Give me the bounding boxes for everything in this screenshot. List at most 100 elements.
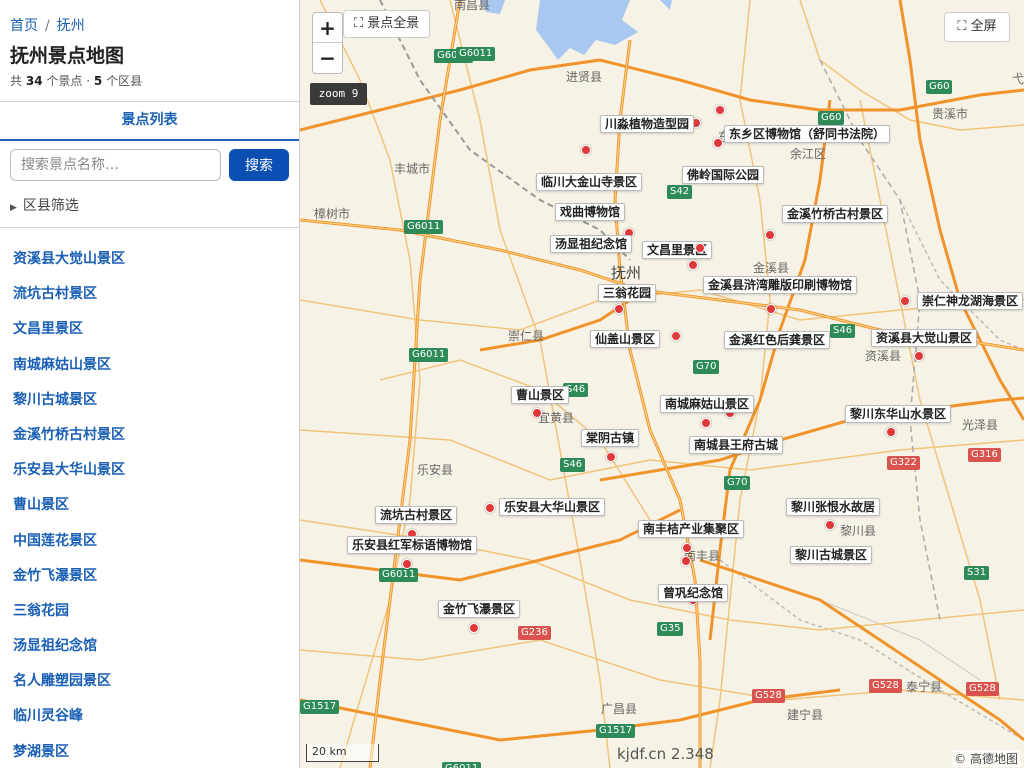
poi-label[interactable]: 金竹飞瀑景区 (438, 600, 521, 618)
poi-marker-icon[interactable] (532, 408, 542, 418)
poi-marker-icon[interactable] (671, 331, 681, 341)
poi-label[interactable]: 佛岭国际公园 (682, 166, 765, 184)
boundary-line (719, 559, 1024, 741)
zoom-control: + − (312, 12, 343, 74)
poi-label[interactable]: 黎川古城景区 (790, 546, 873, 564)
poi-marker-icon[interactable] (402, 559, 412, 569)
breadcrumb-separator: / (45, 18, 50, 34)
poi-label[interactable]: 乐安县红军标语博物馆 (347, 536, 478, 554)
poi-marker-icon[interactable] (469, 623, 479, 633)
poi-label[interactable]: 南丰桔产业集聚区 (638, 520, 745, 538)
spot-list-item[interactable]: 梦湖景区 (13, 741, 125, 768)
poi-label[interactable]: 南城县王府古城 (689, 436, 784, 454)
poi-label[interactable]: 三翁花园 (598, 284, 657, 302)
map-attribution[interactable]: © 高德地图 (952, 750, 1020, 767)
spot-list-item[interactable]: 南城麻姑山景区 (13, 354, 125, 389)
spot-list-item[interactable]: 金溪竹桥古村景区 (13, 424, 125, 459)
spot-list-item[interactable]: 金竹飞瀑景区 (13, 565, 125, 600)
place-label: 樟树市 (314, 207, 351, 221)
poi-label[interactable]: 棠阴古镇 (581, 429, 640, 447)
spot-list-item[interactable]: 临川灵谷峰 (13, 705, 125, 740)
poi-label[interactable]: 川淼植物造型园 (600, 115, 695, 133)
breadcrumb-current-link[interactable]: 抚州 (57, 18, 85, 34)
poi-label[interactable]: 戏曲博物馆 (555, 203, 626, 221)
poi-label[interactable]: 汤显祖纪念馆 (550, 235, 633, 253)
poi-marker-icon[interactable] (485, 503, 495, 513)
poi-marker-icon[interactable] (765, 230, 775, 240)
zoom-out-button[interactable]: − (313, 43, 342, 73)
poi-marker-icon[interactable] (688, 260, 698, 270)
spot-list-item[interactable]: 黎川古城景区 (13, 389, 125, 424)
poi-label[interactable]: 乐安县大华山景区 (499, 498, 606, 516)
zoom-in-button[interactable]: + (313, 13, 342, 43)
place-label: 建宁县 (787, 708, 824, 722)
fullscreen-button[interactable]: ⛶ 全屏 (944, 12, 1010, 42)
map-view[interactable]: 南昌县进贤县丰城市樟树市东乡区余江区贵溪市抚州金溪县崇仁县资溪县宜黄县乐安县光泽… (300, 0, 1024, 768)
spot-list-item[interactable]: 文昌里景区 (13, 318, 125, 353)
spot-list-item[interactable]: 名人雕塑园景区 (13, 670, 125, 705)
poi-marker-icon[interactable] (701, 418, 711, 428)
poi-label[interactable]: 曹山景区 (511, 386, 570, 404)
poi-label[interactable]: 黎川张恨水故居 (786, 498, 881, 516)
poi-marker-icon[interactable] (766, 304, 776, 314)
road-shield: G6011 (409, 348, 449, 362)
road-shield: G528 (752, 689, 785, 703)
poi-marker-icon[interactable] (681, 556, 691, 566)
place-label: 广昌县 (601, 702, 638, 716)
breadcrumb-home-link[interactable]: 首页 (10, 18, 38, 34)
road-shield: G528 (869, 679, 902, 693)
poi-label[interactable]: 临川大金山寺景区 (536, 173, 643, 191)
poi-marker-icon[interactable] (614, 304, 624, 314)
spot-list-item[interactable]: 流坑古村景区 (13, 283, 125, 318)
search-button[interactable]: 搜索 (229, 149, 289, 181)
spot-list-item[interactable]: 汤显祖纪念馆 (13, 635, 125, 670)
place-label: 黎川县 (840, 524, 877, 538)
district-filter-toggle[interactable]: ▶ 区县筛选 (10, 195, 79, 215)
place-label: 崇仁县 (508, 329, 545, 343)
road-shield: G322 (887, 456, 920, 470)
poi-marker-icon[interactable] (715, 105, 725, 115)
road-shield: G528 (966, 682, 999, 696)
road-shield: G35 (657, 622, 684, 636)
spot-list-item[interactable]: 资溪县大觉山景区 (13, 248, 125, 283)
poi-label[interactable]: 黎川东华山水景区 (845, 405, 952, 423)
poi-label[interactable]: 流坑古村景区 (375, 506, 458, 524)
poi-label[interactable]: 曾巩纪念馆 (658, 584, 729, 602)
poi-label[interactable]: 金溪县浒湾雕版印刷博物馆 (703, 276, 858, 294)
poi-label[interactable]: 资溪县大觉山景区 (871, 329, 978, 347)
poi-marker-icon[interactable] (606, 452, 616, 462)
poi-marker-icon[interactable] (914, 351, 924, 361)
spot-list-item[interactable]: 曹山景区 (13, 494, 125, 529)
poi-label[interactable]: 金溪竹桥古村景区 (782, 205, 889, 223)
spot-list-item[interactable]: 中国莲花景区 (13, 530, 125, 565)
boundary-line (899, 199, 1024, 351)
poi-marker-icon[interactable] (886, 427, 896, 437)
search-input[interactable] (10, 149, 221, 181)
poi-label[interactable]: 崇仁神龙湖海景区 (917, 292, 1024, 310)
overview-button[interactable]: ⛶ 景点全景 (343, 10, 431, 38)
road-shield: G70 (724, 476, 751, 490)
lake-water (536, 0, 638, 60)
poi-label[interactable]: 金溪红色后龚景区 (724, 331, 831, 349)
poi-marker-icon[interactable] (581, 145, 591, 155)
poi-marker-icon[interactable] (682, 543, 692, 553)
poi-label[interactable]: 仙盖山景区 (590, 330, 661, 348)
district-unit: 个区县 (106, 74, 143, 88)
scale-bar: 20 km (306, 744, 379, 762)
poi-marker-icon[interactable] (713, 138, 723, 148)
spot-list-item[interactable]: 三翁花园 (13, 600, 125, 635)
road-shield: G6011 (456, 47, 496, 61)
poi-marker-icon[interactable] (695, 243, 705, 253)
road-shield: S46 (560, 458, 586, 472)
poi-label[interactable]: 南城麻姑山景区 (660, 395, 755, 413)
place-label: 宜黄县 (538, 411, 575, 425)
boundary-line (819, 599, 981, 681)
poi-marker-icon[interactable] (900, 296, 910, 306)
spot-list-item[interactable]: 乐安县大华山景区 (13, 459, 125, 494)
poi-marker-icon[interactable] (825, 520, 835, 530)
tab-spot-list[interactable]: 景点列表 (0, 101, 299, 141)
zoom-level-badge: zoom 9 (310, 83, 367, 105)
district-filter-label: 区县筛选 (22, 198, 79, 214)
sidebar: 首页 / 抚州 抚州景点地图 共 34 个景点 · 5 个区县 景点列表 搜索 ▶ 区… (0, 0, 300, 768)
poi-label[interactable]: 东乡区博物馆（舒同书法院） (724, 125, 891, 143)
